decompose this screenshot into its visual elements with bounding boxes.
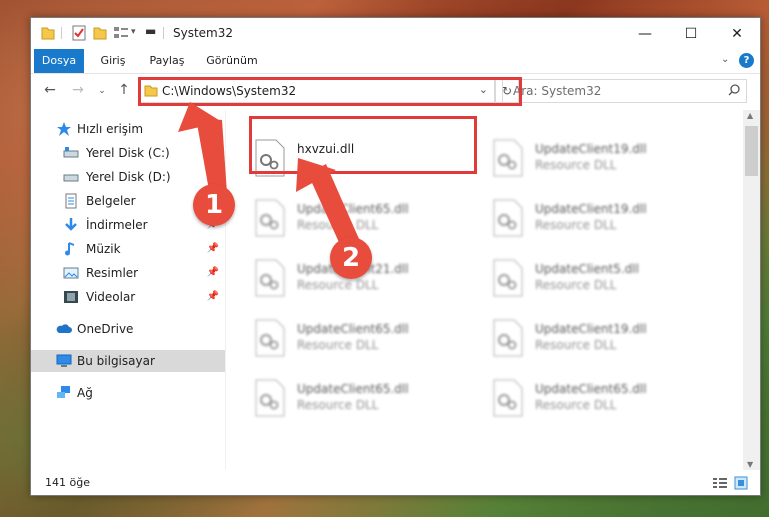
- step-badge-1: 1: [193, 184, 235, 226]
- annotation-arrows: [178, 102, 363, 260]
- step-badge-2: 2: [330, 237, 372, 279]
